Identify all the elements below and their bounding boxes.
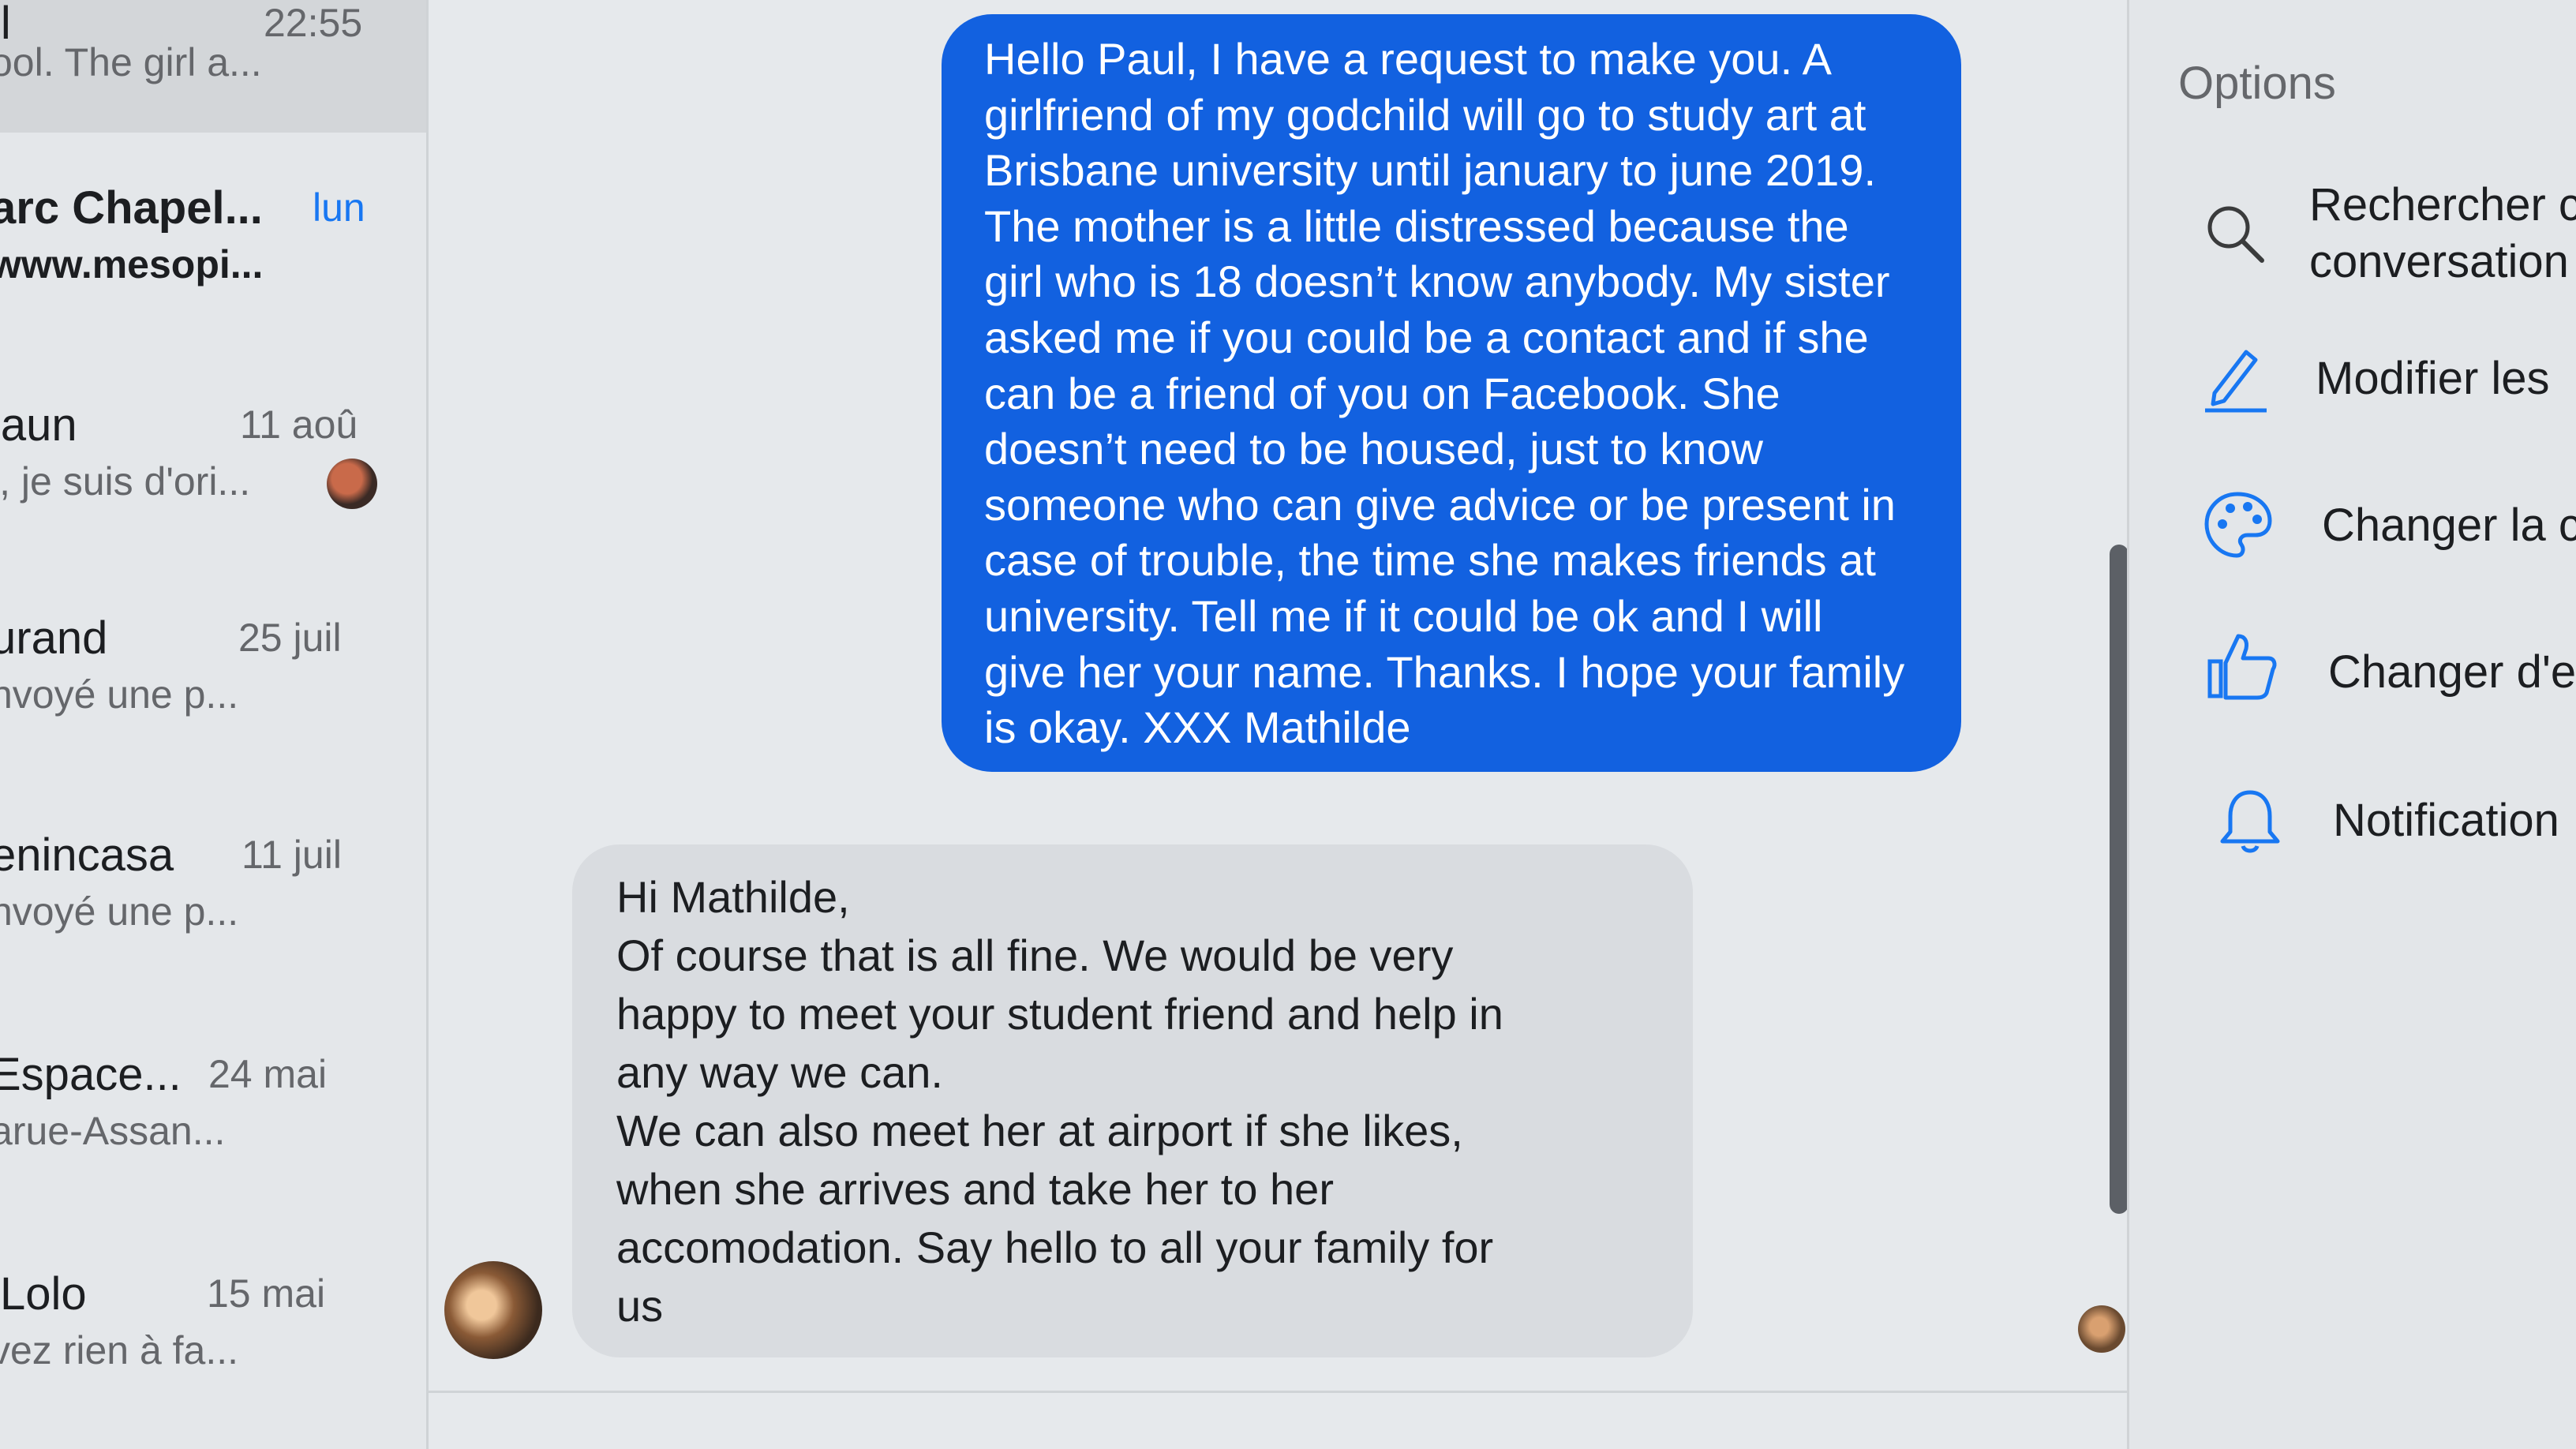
conversation-name: urand (0, 612, 108, 664)
conversation-item[interactable]: arc Chapel... lun www.mesopi... (0, 182, 426, 371)
outgoing-message-bubble[interactable]: Hello Paul, I have a request to make you… (942, 14, 1961, 772)
conversation-item[interactable]: enincasa 11 juil nvoyé une p... (0, 829, 426, 1018)
conversation-name: enincasa (0, 829, 174, 881)
conversation-name: Espace... (0, 1049, 182, 1100)
conversation-preview: i, je suis d'ori... (0, 459, 251, 504)
conversation-item[interactable]: urand 25 juil nvoyé une p... (0, 612, 426, 801)
pencil-icon (2205, 350, 2267, 413)
conversation-preview: arue-Assan... (0, 1109, 226, 1153)
conversation-date: lun (313, 185, 365, 230)
seen-indicator-avatar (2078, 1305, 2125, 1353)
thumbs-up-icon (2207, 634, 2277, 700)
incoming-message-bubble[interactable]: Hi Mathilde, Of course that is all fine.… (572, 844, 1693, 1357)
sender-avatar[interactable] (444, 1261, 542, 1359)
conversation-preview: ool. The girl a... (0, 40, 262, 84)
option-label: Modifier les (2316, 353, 2550, 404)
conversation-preview: vez rien à fa... (0, 1328, 239, 1372)
conversation-date: 22:55 (264, 1, 363, 45)
conversation-item[interactable]: Espace... 24 mai arue-Assan... (0, 1048, 426, 1237)
outgoing-message-text: Hello Paul, I have a request to make you… (984, 34, 1905, 753)
conversation-name: arc Chapel... (0, 182, 263, 234)
conversation-item[interactable]: laun 11 aoû i, je suis d'ori... (0, 399, 426, 588)
options-panel: Options Rechercher c conversation Modifi… (2127, 0, 2576, 1449)
chat-scrollbar[interactable] (2110, 545, 2129, 1214)
conversation-preview: nvoyé une p... (0, 889, 239, 934)
option-label: Notification (2333, 795, 2559, 846)
conversation-list: ll 22:55 ool. The girl a... arc Chapel..… (0, 0, 429, 1449)
option-label: Changer la c (2322, 500, 2576, 551)
conversation-date: 11 juil (242, 833, 342, 877)
conversation-date: 11 aoû (240, 402, 358, 447)
conversation-name: laun (0, 399, 77, 451)
conversation-preview: www.mesopi... (0, 242, 264, 286)
option-label: Changer d'e (2328, 646, 2576, 698)
chat-pane: Hello Paul, I have a request to make you… (429, 0, 2129, 1449)
conversation-preview: nvoyé une p... (0, 672, 239, 717)
incoming-message-text: Hi Mathilde, Of course that is all fine.… (616, 872, 1503, 1331)
conversation-date: 15 mai (207, 1271, 326, 1316)
bell-icon (2220, 790, 2280, 853)
conversation-date: 24 mai (208, 1052, 328, 1096)
divider (429, 1391, 2127, 1393)
option-label: Rechercher c conversation (2309, 179, 2576, 287)
options-title: Options (2178, 58, 2336, 109)
conversation-date: 25 juil (238, 616, 342, 660)
conversation-name: Lolo (0, 1268, 87, 1320)
conversation-item[interactable]: Lolo 15 mai vez rien à fa... (0, 1267, 426, 1449)
conversation-item[interactable]: ll 22:55 ool. The girl a... (0, 0, 426, 133)
read-receipt-avatar (327, 459, 377, 509)
palette-icon (2204, 492, 2272, 558)
search-icon (2207, 206, 2264, 263)
